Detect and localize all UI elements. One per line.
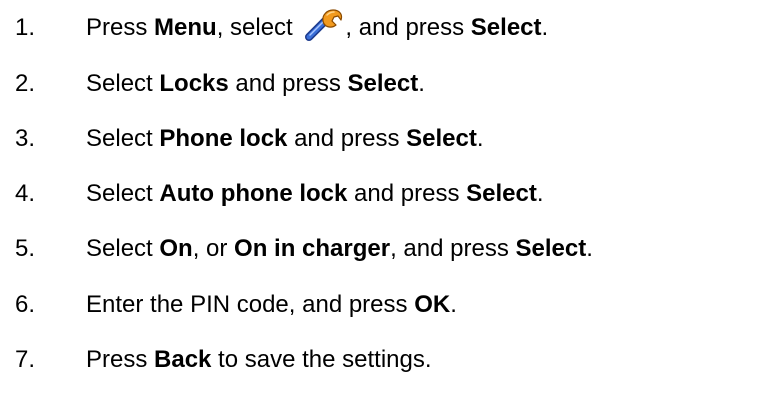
step-text-segment: , select — [216, 14, 300, 41]
step-text-segment: . — [541, 14, 549, 41]
step-text-segment: , and press — [345, 14, 471, 41]
step-text: Select Phone lock and press Select. — [86, 119, 484, 159]
step-text-segment: , and press — [390, 235, 516, 262]
step-text-segment: and press — [347, 180, 467, 207]
step-text-segment: to save the settings. — [211, 346, 432, 373]
step-text-segment: Press — [86, 14, 155, 41]
step-keyword: Locks — [159, 70, 229, 97]
step-number: 5. — [15, 235, 36, 262]
step-keyword: Menu — [154, 14, 217, 41]
step-keyword: Select — [466, 180, 537, 207]
step-item: 4. Select Auto phone lock and press Sele… — [0, 174, 758, 214]
step-text: Press Back to save the settings. — [86, 340, 432, 380]
step-number: 7. — [15, 346, 36, 373]
step-text-segment: Enter the PIN code, and press — [86, 291, 415, 318]
step-keyword: On in charger — [234, 235, 391, 262]
step-text-segment: and press — [228, 70, 348, 97]
step-text-segment: Select — [86, 125, 160, 152]
step-keyword: OK — [414, 291, 451, 318]
step-text: Press Menu, select , and press Select. — [86, 8, 548, 48]
step-item: 3. Select Phone lock and press Select. — [0, 119, 758, 159]
step-keyword: Select — [347, 70, 419, 97]
step-keyword: Select — [470, 14, 542, 41]
step-item: 6. Enter the PIN code, and press OK. — [0, 285, 758, 325]
step-text: Select Auto phone lock and press Select. — [86, 174, 544, 214]
wrench-icon — [303, 7, 343, 43]
step-text: Enter the PIN code, and press OK. — [86, 285, 457, 325]
step-text-segment: . — [476, 125, 484, 152]
instruction-list: 1. Press Menu, select , and press Select… — [0, 0, 758, 400]
step-text-segment: Select — [86, 235, 160, 262]
step-text-segment: and press — [287, 125, 407, 152]
step-text-segment: . — [450, 291, 457, 318]
step-number: 3. — [15, 125, 36, 152]
step-text: Select Locks and press Select. — [86, 64, 425, 104]
step-keyword: Select — [406, 125, 477, 152]
step-text-segment: , or — [192, 235, 235, 262]
step-keyword: Select — [515, 235, 587, 262]
step-keyword: Phone lock — [159, 125, 288, 152]
step-number: 6. — [15, 291, 36, 318]
step-item: 5. Select On, or On in charger, and pres… — [0, 229, 758, 269]
step-text-segment: Select — [86, 70, 160, 97]
step-number: 1. — [15, 14, 36, 41]
step-item: 7. Press Back to save the settings. — [0, 340, 758, 380]
step-text-segment: Select — [86, 180, 160, 207]
step-text-segment: Press — [86, 346, 155, 373]
step-text-segment: . — [586, 235, 593, 262]
step-item: 2. Select Locks and press Select. — [0, 64, 758, 104]
step-keyword: On — [159, 235, 193, 262]
step-number: 2. — [15, 70, 36, 97]
step-text: Select On, or On in charger, and press S… — [86, 229, 593, 269]
step-keyword: Auto phone lock — [159, 180, 348, 207]
step-item: 1. Press Menu, select , and press Select… — [0, 8, 758, 48]
step-keyword: Back — [154, 346, 212, 373]
step-text-segment: . — [536, 180, 544, 207]
step-number: 4. — [15, 180, 36, 207]
step-text-segment: . — [418, 70, 425, 97]
